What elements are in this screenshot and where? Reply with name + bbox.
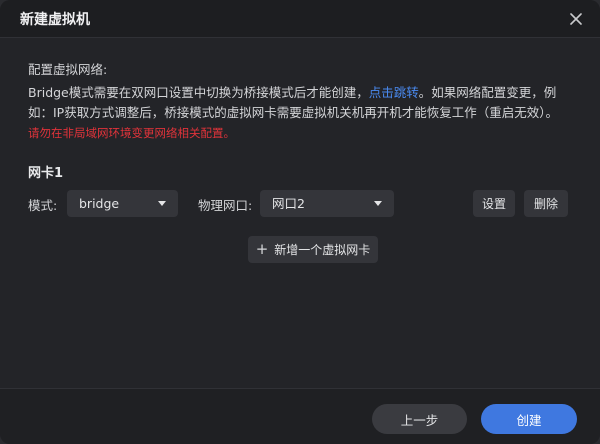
close-button[interactable] [566, 9, 586, 29]
description-text: Bridge模式需要在双网口设置中切换为桥接模式后才能创建， [28, 85, 369, 100]
network-description: Bridge模式需要在双网口设置中切换为桥接模式后才能创建，点击跳转。如果网络配… [28, 83, 578, 143]
add-nic-button[interactable]: + 新增一个虚拟网卡 [248, 236, 378, 263]
plus-icon: + [255, 240, 269, 258]
port-select[interactable]: 网口2 [260, 190, 394, 217]
mode-select-value: bridge [79, 196, 120, 211]
dialog-header: 新建虚拟机 [0, 0, 600, 38]
mode-select[interactable]: bridge [67, 190, 178, 217]
dialog-title: 新建虚拟机 [20, 12, 90, 28]
port-label: 物理网口: [198, 198, 253, 213]
chevron-down-icon [158, 201, 166, 206]
settings-button[interactable]: 设置 [473, 190, 515, 217]
create-button[interactable]: 创建 [481, 404, 577, 434]
nic-title: 网卡1 [28, 166, 64, 181]
chevron-down-icon [374, 201, 382, 206]
prev-step-button[interactable]: 上一步 [372, 404, 467, 434]
warning-text: 请勿在非局域网环境变更网络相关配置。 [28, 126, 235, 140]
mode-label: 模式: [28, 198, 58, 213]
add-nic-label: 新增一个虚拟网卡 [274, 243, 371, 257]
new-vm-dialog: 新建虚拟机 配置虚拟网络: Bridge模式需要在双网口设置中切换为桥接模式后才… [0, 0, 600, 444]
delete-button[interactable]: 删除 [524, 190, 568, 217]
jump-link[interactable]: 点击跳转 [369, 85, 419, 100]
close-icon [570, 13, 582, 25]
section-label: 配置虚拟网络: [28, 62, 108, 77]
port-select-value: 网口2 [272, 196, 305, 211]
